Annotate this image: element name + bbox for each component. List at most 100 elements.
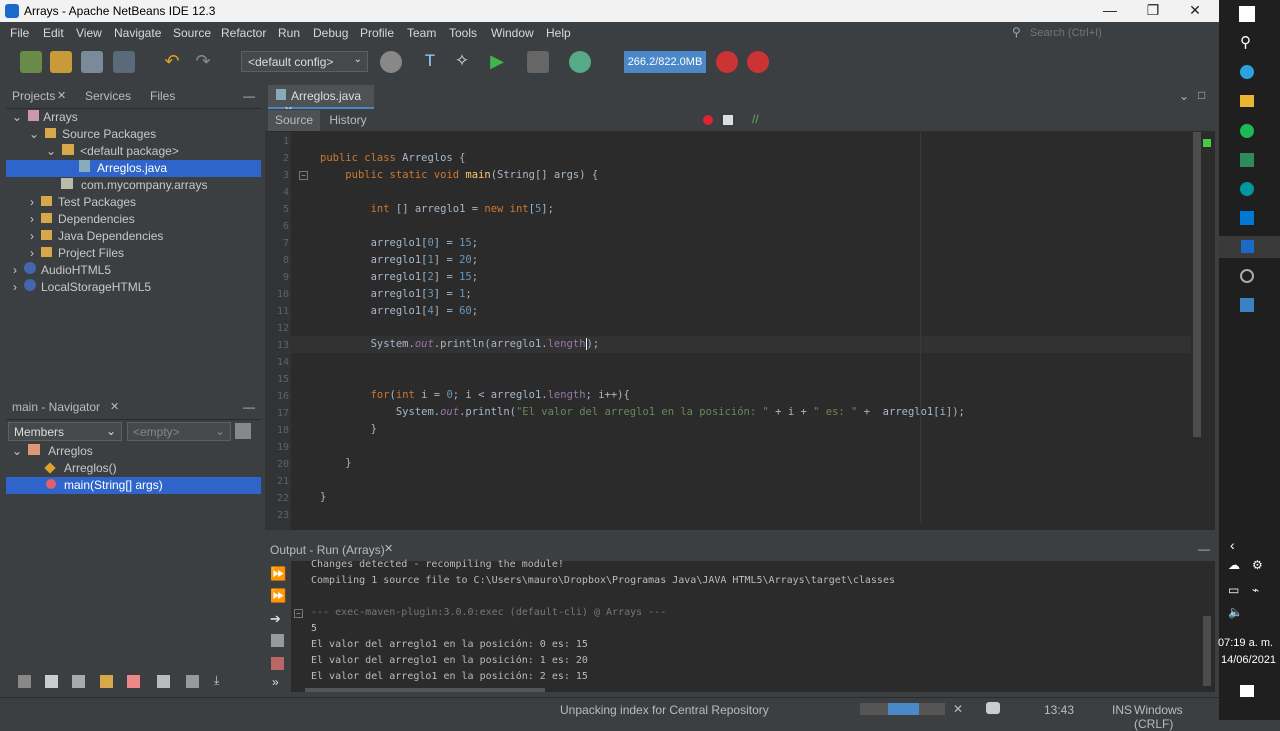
nav-item-class[interactable]: ⌄ Arreglos	[6, 443, 93, 460]
chevron-right-icon[interactable]: ›	[6, 280, 24, 294]
caret-position[interactable]: 13:43	[1044, 703, 1074, 717]
profile-snapshot-icon[interactable]	[747, 51, 769, 73]
toggle-comment-icon[interactable]: //	[752, 112, 759, 126]
chevron-down-icon[interactable]: ⌄	[23, 127, 45, 141]
config-select[interactable]: <default config> ⌄	[241, 51, 368, 72]
redo-icon[interactable]: ↷	[192, 51, 214, 73]
globe-icon[interactable]	[380, 51, 402, 73]
undo-icon[interactable]: ↶	[161, 51, 183, 73]
tree-item-java-dependencies[interactable]: › Java Dependencies	[23, 228, 163, 245]
notifications-icon[interactable]	[986, 702, 1000, 714]
source-button[interactable]: Source	[268, 110, 320, 131]
search-input[interactable]	[1030, 24, 1215, 42]
line-endings[interactable]: Windows (CRLF)	[1134, 703, 1219, 731]
vscode-icon[interactable]	[1240, 211, 1254, 225]
menu-view[interactable]: View	[76, 26, 102, 40]
tree-item-arrays[interactable]: ⌄ Arrays	[6, 109, 261, 126]
tool-icon[interactable]	[157, 675, 170, 688]
close-icon[interactable]: ✕	[57, 89, 66, 102]
tree-item-arreglos-java[interactable]: Arreglos.java	[6, 160, 261, 177]
code-editor[interactable]: 1 2 3 4 5 6 7 8 9 10 11 12 13 14 15 16 1…	[265, 132, 1215, 530]
tree-item-localstoragehtml5[interactable]: › LocalStorageHTML5	[6, 279, 151, 296]
menu-debug[interactable]: Debug	[313, 26, 348, 40]
edge-icon[interactable]	[1240, 65, 1254, 79]
close-button[interactable]: ✕	[1180, 2, 1210, 19]
stop-icon[interactable]	[271, 657, 284, 670]
close-icon[interactable]: ✕	[384, 542, 393, 555]
nav-item-constructor[interactable]: Arreglos()	[44, 460, 117, 477]
clock-time[interactable]: 07:19 a. m.	[1218, 637, 1273, 649]
debug-icon[interactable]	[527, 51, 549, 73]
search-icon[interactable]: ⚲	[1240, 33, 1251, 51]
tree-item-audiohtml5[interactable]: › AudioHTML5	[6, 262, 111, 279]
rerun-with-params-icon[interactable]: ⏩	[270, 588, 286, 604]
nav-item-main[interactable]: main(String[] args)	[6, 477, 261, 494]
spotify-icon[interactable]	[1240, 124, 1254, 138]
open-project-icon[interactable]	[81, 51, 103, 73]
menu-team[interactable]: Team	[407, 26, 436, 40]
battery-icon[interactable]: ▭	[1228, 583, 1239, 597]
tab-files[interactable]: Files	[150, 85, 175, 107]
tool-icon[interactable]	[18, 675, 31, 688]
chevron-right-icon[interactable]: ›	[23, 195, 41, 209]
chevron-right-icon[interactable]: ›	[23, 212, 41, 226]
chevron-right-icon[interactable]: ›	[6, 263, 24, 277]
file-explorer-icon[interactable]	[1240, 95, 1254, 107]
maximize-panel-icon[interactable]: □	[1198, 88, 1205, 102]
tool-icon[interactable]	[72, 675, 85, 688]
tab-services[interactable]: Services	[85, 85, 131, 107]
close-icon[interactable]: ✕	[110, 400, 119, 413]
step-icon[interactable]: ➔	[270, 611, 281, 627]
menu-run[interactable]: Run	[278, 26, 300, 40]
fold-icon[interactable]: −	[299, 171, 308, 180]
menu-window[interactable]: Window	[491, 26, 534, 40]
chevron-down-icon[interactable]: ⌄	[6, 110, 28, 124]
sort-icon[interactable]	[186, 675, 199, 688]
tree-item-project-files[interactable]: › Project Files	[23, 245, 124, 262]
search-icon[interactable]: ⚲	[1012, 25, 1021, 39]
gc-icon[interactable]	[716, 51, 738, 73]
output-title[interactable]: Output - Run (Arrays)	[270, 543, 385, 557]
lock-icon[interactable]	[100, 675, 113, 688]
tray-icon[interactable]: ⚙	[1252, 558, 1263, 572]
maximize-button[interactable]: ❐	[1138, 2, 1168, 19]
tree-item-dependencies[interactable]: › Dependencies	[23, 211, 135, 228]
menu-file[interactable]: File	[10, 26, 29, 40]
tool-icon[interactable]	[127, 675, 140, 688]
chevron-right-icon[interactable]: ›	[23, 229, 41, 243]
more-icon[interactable]: »	[272, 675, 279, 689]
settings-icon[interactable]	[271, 634, 284, 647]
chevron-down-icon[interactable]: ⌄	[6, 444, 28, 458]
chrome-icon[interactable]	[1240, 269, 1254, 283]
tree-item-test-packages[interactable]: › Test Packages	[23, 194, 136, 211]
tab-list-icon[interactable]: ⌄	[1179, 89, 1189, 103]
chevron-right-icon[interactable]: ›	[23, 246, 41, 260]
clean-build-icon[interactable]: ✧	[451, 51, 473, 73]
tool-icon[interactable]	[45, 675, 58, 688]
run-icon[interactable]: ▶	[486, 51, 508, 73]
menu-refactor[interactable]: Refactor	[221, 26, 266, 40]
clock-date[interactable]: 14/06/2021	[1221, 654, 1276, 666]
app-icon[interactable]	[1240, 153, 1254, 167]
tab-arreglos-java[interactable]: Arreglos.java ✕	[268, 85, 374, 117]
cancel-progress-icon[interactable]: ✕	[953, 702, 963, 716]
build-hammer-icon[interactable]: T	[419, 51, 441, 73]
history-button[interactable]: History	[327, 110, 369, 131]
rerun-icon[interactable]: ⏩	[270, 566, 286, 582]
breakpoint-icon[interactable]	[703, 115, 713, 125]
minimize-button[interactable]: —	[1095, 2, 1125, 18]
profile-icon[interactable]	[569, 51, 591, 73]
tray-icon[interactable]: ☁	[1228, 558, 1240, 572]
app-icon[interactable]	[1240, 298, 1254, 312]
tab-projects[interactable]: Projects	[12, 85, 55, 107]
volume-icon[interactable]: 🔈	[1228, 605, 1243, 619]
filter-select[interactable]: <empty> ⌄	[127, 422, 231, 441]
minimize-panel-icon[interactable]: —	[243, 400, 255, 414]
down-icon[interactable]: ⤓	[214, 673, 219, 688]
menu-help[interactable]: Help	[546, 26, 571, 40]
vertical-scrollbar[interactable]	[1193, 132, 1201, 437]
new-file-icon[interactable]	[20, 51, 42, 73]
memory-indicator[interactable]: 266.2/822.0MB	[624, 51, 706, 73]
tree-item-com-mycompany-arrays[interactable]: com.mycompany.arrays	[61, 177, 207, 194]
output-console[interactable]: ⏩ ⏩ ➔ » Changes detected - recompiling t…	[265, 559, 1215, 692]
